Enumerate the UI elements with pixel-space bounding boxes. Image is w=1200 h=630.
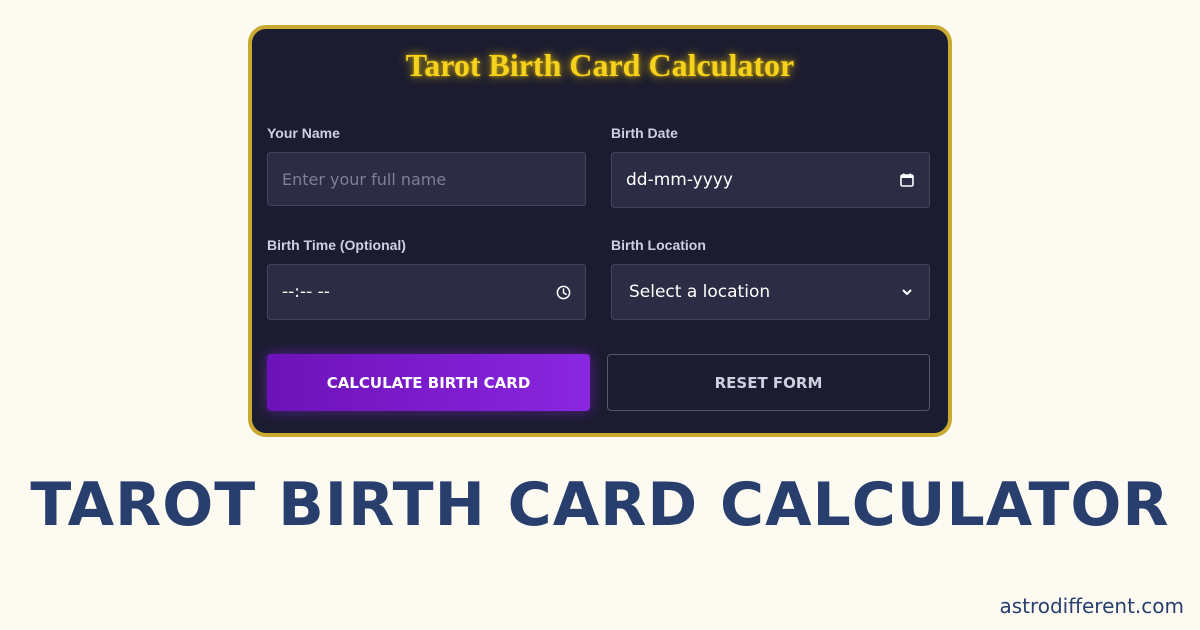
card-title: Tarot Birth Card Calculator: [405, 47, 795, 83]
birth-time-input[interactable]: --:-- --: [267, 264, 586, 320]
name-input[interactable]: Enter your full name: [267, 152, 586, 206]
calculator-card: Tarot Birth Card Calculator Your Name En…: [248, 25, 952, 437]
chevron-down-icon: [899, 284, 915, 300]
birth-date-value: dd-mm-yyyy: [626, 170, 733, 190]
clock-icon[interactable]: [555, 284, 571, 300]
calculate-birth-card-button[interactable]: CALCULATE BIRTH CARD: [267, 354, 590, 411]
name-placeholder: Enter your full name: [282, 169, 447, 189]
calendar-icon[interactable]: [899, 172, 915, 188]
reset-form-button[interactable]: RESET FORM: [607, 354, 930, 411]
birth-location-label: Birth Location: [611, 237, 706, 253]
birth-location-value: Select a location: [629, 282, 771, 302]
page-headline: TAROT BIRTH CARD CALCULATOR: [30, 470, 1170, 540]
name-label: Your Name: [267, 125, 340, 141]
birth-date-input[interactable]: dd-mm-yyyy: [611, 152, 930, 208]
birth-date-label: Birth Date: [611, 125, 678, 141]
birth-time-label: Birth Time (Optional): [267, 237, 406, 253]
site-domain: astrodifferent.com: [999, 594, 1184, 618]
birth-location-select[interactable]: Select a location: [611, 264, 930, 320]
birth-time-value: --:-- --: [282, 282, 330, 302]
